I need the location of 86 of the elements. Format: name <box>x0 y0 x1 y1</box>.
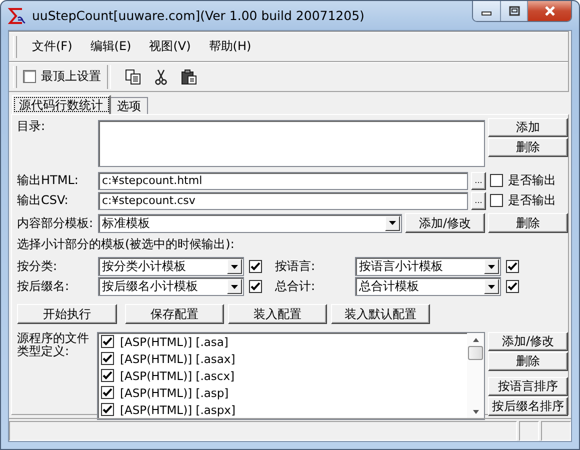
checkbox[interactable] <box>101 369 114 382</box>
directory-list[interactable] <box>98 120 485 167</box>
menu-item[interactable]: 编辑(E) <box>81 38 140 55</box>
dropdown[interactable]: 按语言小计模板 <box>355 257 501 276</box>
close-icon <box>544 6 556 16</box>
check-mark-icon <box>101 352 114 365</box>
button[interactable]: 添加 <box>488 118 568 137</box>
field-label: 输出CSV: <box>17 192 70 209</box>
field-label: 内容部分模板: <box>17 214 94 232</box>
button[interactable]: 添加/修改 <box>488 332 568 351</box>
check-mark-icon <box>101 335 114 348</box>
window-title: uuStepCount[uuware.com](Ver 1.00 build 20071205) <box>32 8 364 23</box>
input-field[interactable]: c:¥stepcount.html <box>98 172 468 190</box>
menu-item[interactable]: 文件(F) <box>23 38 82 55</box>
input-field[interactable]: c:¥stepcount.csv <box>98 192 468 210</box>
caret-icon <box>488 264 495 268</box>
button[interactable]: 按后缀名排序 <box>488 397 568 416</box>
check-mark-icon <box>101 386 114 399</box>
dropdown[interactable]: 按后缀名小计模板 <box>98 277 244 296</box>
copy-icon[interactable] <box>125 68 141 84</box>
button[interactable]: 装入默认配置 <box>331 304 430 324</box>
field-label: 输出HTML: <box>17 172 80 189</box>
check-mark-icon <box>249 260 262 273</box>
browse-button[interactable]: ... <box>471 192 486 210</box>
check-mark-icon <box>506 280 519 293</box>
scroll-up-icon <box>472 338 478 342</box>
checkbox[interactable] <box>506 280 519 293</box>
list-item[interactable]: [ASP(HTML)] [.ascx] <box>98 367 467 384</box>
dropdown[interactable]: 总合计模板 <box>355 277 501 296</box>
scrollbar[interactable] <box>467 333 484 419</box>
field-label: 目录: <box>17 118 46 135</box>
list-item[interactable]: [ASP(HTML)] [.aspx] <box>98 401 467 418</box>
button[interactable]: 添加/修改 <box>405 213 485 233</box>
field-label: 按后缀名: <box>17 278 70 295</box>
browse-button[interactable]: ... <box>471 172 486 190</box>
caret-icon <box>231 284 238 288</box>
button[interactable]: 按语言排序 <box>488 377 568 396</box>
close-button[interactable] <box>527 1 571 21</box>
checkbox[interactable] <box>101 335 114 348</box>
maximize-icon <box>508 6 520 16</box>
check-mark-icon <box>101 369 114 382</box>
checkbox-label: 是否输出 <box>508 172 556 189</box>
maximize-button[interactable] <box>500 1 527 21</box>
menu-item[interactable]: 帮助(H) <box>200 38 260 55</box>
checkbox[interactable] <box>101 352 114 365</box>
caret-icon <box>231 264 238 268</box>
scrollbar-thumb[interactable] <box>468 346 483 360</box>
section-heading: 选择小计部分的模板(被选中的时候输出): <box>17 236 234 253</box>
list-item[interactable]: [ASP(HTML)] [.asa] <box>98 333 467 350</box>
menu-item[interactable]: 视图(V) <box>140 38 200 55</box>
tab[interactable]: 选项 <box>110 97 148 114</box>
field-label: 总合计: <box>275 278 316 295</box>
checkbox[interactable] <box>490 174 503 187</box>
caret-icon <box>389 221 396 225</box>
checkbox[interactable] <box>23 70 36 83</box>
tab[interactable]: 源代码行数统计 <box>12 95 111 114</box>
field-label: 按语言: <box>275 258 316 275</box>
list-item[interactable]: [ASP(HTML)] [.asax] <box>98 350 467 367</box>
button[interactable]: 删除 <box>488 352 568 371</box>
scroll-down-icon <box>472 410 478 414</box>
button[interactable]: 保存配置 <box>125 304 224 324</box>
checkbox[interactable] <box>249 260 262 273</box>
checkbox[interactable] <box>101 386 114 399</box>
button[interactable]: 装入配置 <box>228 304 327 324</box>
check-mark-icon <box>101 403 114 416</box>
checkbox[interactable] <box>490 194 503 207</box>
list-item[interactable]: [ASP(HTML)] [.asp] <box>98 384 467 401</box>
scissors-icon[interactable] <box>153 68 169 84</box>
checkbox[interactable] <box>101 403 114 416</box>
button[interactable]: 开始执行 <box>17 304 117 324</box>
dropdown[interactable]: 标准模板 <box>98 214 402 232</box>
checkbox[interactable] <box>249 280 262 293</box>
check-mark-icon <box>249 280 262 293</box>
checkbox[interactable] <box>506 260 519 273</box>
minimize-button[interactable] <box>473 1 500 21</box>
check-mark-icon <box>506 260 519 273</box>
caret-icon <box>488 284 495 288</box>
field-label: 按分类: <box>17 258 58 275</box>
checkbox-label: 是否输出 <box>508 192 556 209</box>
clipboard-icon[interactable] <box>181 68 197 84</box>
dropdown[interactable]: 按分类小计模板 <box>98 257 244 276</box>
field-label: 源程序的文件类型定义: <box>17 332 90 358</box>
sigma-app-icon <box>8 6 26 24</box>
button[interactable]: 删除 <box>488 213 568 233</box>
checkbox-label: 最顶上设置 <box>41 68 101 85</box>
button[interactable]: 删除 <box>488 138 568 157</box>
